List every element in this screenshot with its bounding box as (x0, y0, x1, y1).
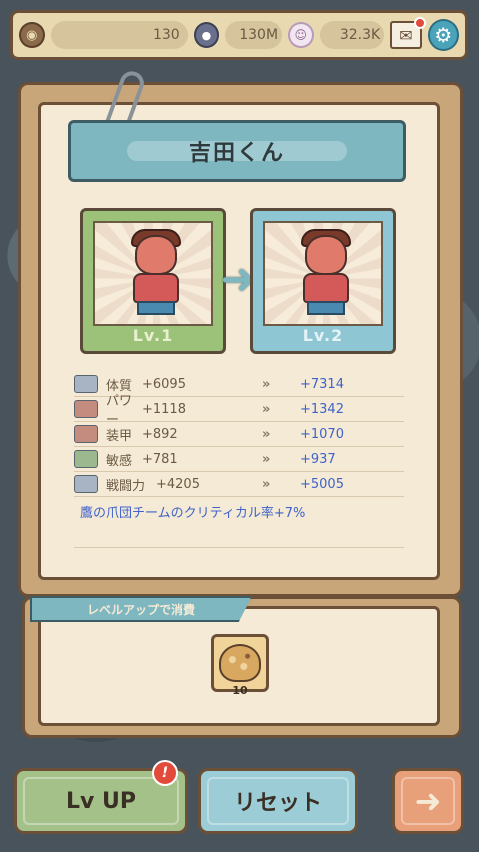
next-button[interactable]: ➜ (392, 768, 464, 834)
stat-next: +5005 (300, 476, 344, 492)
double-chevron-icon: » (262, 426, 271, 442)
arrow-right-icon: ➜ (414, 782, 442, 820)
consume-tab-label: レベルアップで消費 (86, 602, 195, 617)
ghost-count: 32.3K (339, 27, 381, 43)
double-chevron-icon: » (262, 401, 271, 417)
stat-current: +1118 (142, 401, 186, 417)
stat-name: 敏感 (106, 453, 133, 469)
character-pants (137, 301, 175, 315)
stat-name: 装甲 (106, 428, 133, 444)
stat-current: +4205 (156, 476, 200, 492)
stat-next: +7314 (300, 376, 344, 392)
power-icon (74, 400, 98, 418)
item-count: 10 (232, 684, 248, 697)
sensitivity-icon (74, 450, 98, 468)
double-chevron-icon: » (262, 476, 271, 492)
stat-name: パワー (106, 394, 133, 428)
current-level-label: Lv.1 (132, 326, 174, 345)
coin-counter: 130M (225, 21, 283, 49)
character-body (133, 273, 179, 303)
alert-badge-icon: ! (152, 760, 178, 786)
character-body (303, 273, 349, 303)
food-bag-icon: ◉ (19, 22, 45, 48)
stat-current: +781 (142, 451, 178, 467)
coin-icon: ● (193, 22, 220, 48)
rice-ball-icon (219, 644, 261, 682)
stat-next: +1342 (300, 401, 344, 417)
skill-divider (74, 520, 404, 548)
stats-table: 体質 +6095 » +7314 パワー +1118 » +1342 装甲 +8… (74, 372, 404, 497)
skill-bonus-text: 鷹の爪団チームのクリティカル率+7% (80, 506, 306, 521)
character-head (305, 235, 347, 275)
resource-bar: ◉ 130 ● 130M ☺ 32.3K ✉ ⚙ (10, 10, 468, 60)
stat-row: パワー +1118 » +1342 (74, 394, 404, 428)
next-level-label: Lv.2 (302, 326, 344, 345)
character-art (93, 221, 213, 326)
food-count: 130 (152, 27, 180, 43)
stat-row: 装甲 +892 » +1070 (74, 422, 404, 447)
mail-icon[interactable]: ✉ (390, 17, 426, 49)
armor-icon (74, 425, 98, 443)
stat-next: +937 (300, 451, 336, 467)
food-counter: 130 (50, 21, 188, 49)
gear-icon[interactable]: ⚙ (427, 19, 459, 51)
mail-notification-dot (413, 17, 426, 29)
reset-label: リセット (233, 791, 322, 816)
ghost-icon: ☺ (288, 22, 314, 48)
stat-current: +892 (142, 426, 178, 442)
double-chevron-icon: » (262, 376, 271, 392)
ghost-counter: 32.3K (319, 21, 385, 49)
stat-row: 敏感 +781 » +937 (74, 447, 404, 472)
combat-power-icon (74, 475, 98, 493)
character-name-banner: 吉田くん (68, 120, 406, 182)
character-head (135, 235, 177, 275)
stat-row: 戦闘力 +4205 » +5005 (74, 472, 404, 497)
coin-count: 130M (239, 27, 279, 43)
stat-name: 戦闘力 (106, 478, 146, 494)
double-chevron-icon: » (262, 451, 271, 467)
character-pants (307, 301, 345, 315)
reset-button[interactable]: リセット (198, 768, 358, 834)
portrait-current-level: Lv.1 (80, 208, 226, 354)
stat-next: +1070 (300, 426, 344, 442)
character-name: 吉田くん (188, 141, 285, 166)
level-up-label: Lv UP (65, 788, 136, 814)
portrait-next-level: Lv.2 (250, 208, 396, 354)
consume-tab: レベルアップで消費 (30, 596, 252, 622)
character-art (263, 221, 383, 326)
constitution-icon (74, 375, 98, 393)
stat-current: +6095 (142, 376, 186, 392)
